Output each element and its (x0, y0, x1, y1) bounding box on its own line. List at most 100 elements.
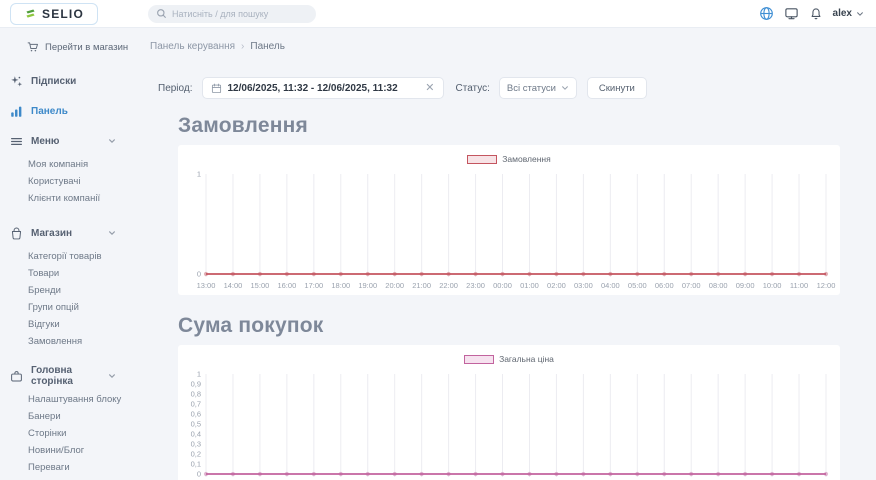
svg-text:05:00: 05:00 (628, 281, 647, 290)
sidebar-subitem[interactable]: Замовлення (0, 333, 140, 350)
svg-text:14:00: 14:00 (224, 281, 243, 290)
logo[interactable]: SELIO (10, 3, 98, 25)
legend-swatch (467, 155, 497, 164)
period-input[interactable]: 12/06/2025, 11:32 - 12/06/2025, 11:32 ✕ (202, 77, 444, 99)
svg-text:0,4: 0,4 (191, 430, 201, 439)
shopping-bag-icon (10, 227, 23, 240)
selio-logo-icon (24, 7, 37, 20)
svg-text:0,6: 0,6 (191, 410, 201, 419)
svg-text:20:00: 20:00 (385, 281, 404, 290)
sidebar-subitem[interactable]: Сторінки (0, 425, 140, 442)
svg-text:0: 0 (197, 270, 201, 279)
svg-text:01:00: 01:00 (520, 281, 539, 290)
svg-text:09:00: 09:00 (736, 281, 755, 290)
svg-text:00:00: 00:00 (493, 281, 512, 290)
svg-text:07:00: 07:00 (682, 281, 701, 290)
sidebar-subitem[interactable]: Банери (0, 408, 140, 425)
svg-text:02:00: 02:00 (547, 281, 566, 290)
svg-text:21:00: 21:00 (412, 281, 431, 290)
chevron-down-icon (856, 10, 864, 18)
status-select[interactable]: Всі статуси (499, 77, 577, 99)
legend-label: Загальна ціна (499, 354, 554, 364)
sidebar-item-subscriptions[interactable]: Підписки (0, 66, 140, 96)
svg-text:03:00: 03:00 (574, 281, 593, 290)
sidebar-subitem[interactable]: Товари (0, 265, 140, 282)
svg-text:0,8: 0,8 (191, 390, 201, 399)
sidebar-subitem[interactable]: Відгуки (0, 316, 140, 333)
svg-text:17:00: 17:00 (304, 281, 323, 290)
svg-text:15:00: 15:00 (251, 281, 270, 290)
monitor-icon[interactable] (784, 6, 799, 21)
sidebar-item-label: Підписки (31, 76, 76, 87)
purchase-sum-chart-card: Загальна ціна 13:0014:0015:0016:0017:001… (178, 345, 840, 480)
sparkles-icon (10, 75, 23, 88)
legend-label: Замовлення (502, 154, 550, 164)
sidebar-subitem[interactable]: Переваги (0, 459, 140, 476)
svg-text:12:00: 12:00 (817, 281, 836, 290)
sidebar-subitem[interactable]: Бренди (0, 282, 140, 299)
sidebar-subitem[interactable]: Категорії товарів (0, 248, 140, 265)
svg-text:18:00: 18:00 (331, 281, 350, 290)
sidebar-item-label: Головна сторінка (31, 365, 100, 387)
calendar-icon (211, 83, 222, 94)
svg-text:19:00: 19:00 (358, 281, 377, 290)
svg-text:06:00: 06:00 (655, 281, 674, 290)
sidebar-sublist-shop: Категорії товарівТовариБрендиГрупи опцій… (0, 248, 140, 350)
svg-text:0,1: 0,1 (191, 460, 201, 469)
chart-legend[interactable]: Замовлення (180, 145, 838, 166)
breadcrumb-link[interactable]: Панель керування (150, 41, 235, 52)
search-icon (156, 8, 167, 19)
sidebar-item-shop[interactable]: Магазин (0, 218, 140, 248)
sidebar-subitem[interactable]: Користувачі (0, 173, 140, 190)
status-value: Всі статуси (507, 83, 556, 94)
sidebar-item-label: Панель (31, 106, 68, 117)
sidebar-subitem[interactable]: Новини/Блог (0, 442, 140, 459)
svg-text:22:00: 22:00 (439, 281, 458, 290)
bar-chart-icon (10, 105, 23, 118)
user-name: alex (833, 8, 852, 19)
breadcrumb: Панель керування › Панель (150, 41, 876, 52)
sidebar-nav: Підписки Панель МенюМоя компаніяКористувач… (0, 66, 140, 480)
user-menu[interactable]: alex (833, 8, 864, 19)
section-title-purchase-sum: Сума покупок (178, 314, 840, 338)
sidebar-subitem[interactable]: Налаштування блоку (0, 391, 140, 408)
sidebar-item-menu[interactable]: Меню (0, 126, 140, 156)
orders-chart-section: Замовлення Замовлення 13:00 14:00 15:00 16:… (140, 114, 876, 295)
globe-icon[interactable] (759, 6, 774, 21)
sidebar-item-dashboard[interactable]: Панель (0, 96, 140, 126)
svg-text:0,7: 0,7 (191, 400, 201, 409)
svg-text:11:00: 11:00 (790, 281, 808, 290)
purchase-sum-line-chart: 13:0014:0015:0016:0017:0018:0019:0020:00… (180, 367, 838, 480)
sidebar-subitem[interactable]: Моя компанія (0, 156, 140, 173)
sidebar-sublist-menu: Моя компаніяКористувачіКлієнти компанії (0, 156, 140, 207)
sidebar-item-homepage[interactable]: Головна сторінка (0, 361, 140, 391)
svg-text:23:00: 23:00 (466, 281, 485, 290)
filter-bar: Період: 12/06/2025, 11:32 - 12/06/2025, … (158, 77, 876, 99)
bell-icon[interactable] (809, 7, 823, 21)
orders-chart-card: Замовлення 13:00 14:00 15:00 16:00 17:00 18:0… (178, 145, 840, 295)
chart-legend[interactable]: Загальна ціна (180, 345, 838, 366)
top-bar: SELIO Натисніть / для пошуку alex (0, 0, 876, 28)
breadcrumb-current: Панель (250, 41, 285, 52)
sidebar-subitem[interactable]: Клієнти компанії (0, 190, 140, 207)
chevron-down-icon (108, 229, 116, 237)
briefcase-icon (10, 370, 23, 383)
sidebar-store-link[interactable]: Перейти в магазин (0, 35, 140, 59)
svg-text:10:00: 10:00 (763, 281, 782, 290)
svg-text:13:00: 13:00 (197, 281, 216, 290)
reset-button[interactable]: Скинути (587, 77, 647, 99)
chevron-down-icon (108, 372, 116, 380)
svg-text:1: 1 (197, 170, 201, 179)
sidebar-item-label: Магазин (31, 228, 72, 239)
svg-text:0,2: 0,2 (191, 450, 201, 459)
cart-icon (27, 41, 39, 53)
sidebar-sublist-homepage: Налаштування блокуБанериСторінкиНовини/Б… (0, 391, 140, 476)
clear-period-icon[interactable]: ✕ (425, 83, 434, 94)
svg-text:16:00: 16:00 (277, 281, 296, 290)
sidebar-subitem[interactable]: Групи опцій (0, 299, 140, 316)
period-value: 12/06/2025, 11:32 - 12/06/2025, 11:32 (228, 83, 420, 94)
search-input[interactable]: Натисніть / для пошуку (148, 5, 316, 23)
hamburger-icon (10, 135, 23, 148)
svg-text:0: 0 (197, 470, 201, 479)
header-actions: alex (759, 6, 864, 21)
